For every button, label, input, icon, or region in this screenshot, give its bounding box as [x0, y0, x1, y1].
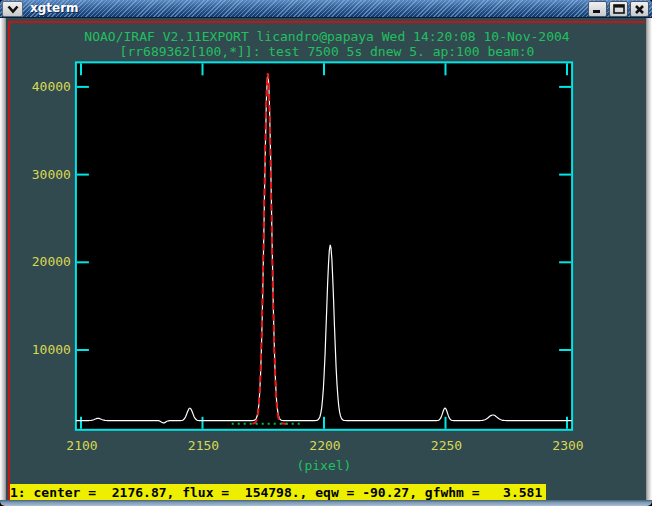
y-tick-label: 20000 [32, 254, 71, 269]
x-tick-label: 2300 [552, 438, 583, 453]
y-tick-label: 40000 [32, 79, 71, 94]
plot-title-line2: [rr689362[100,*]]: test 7500 5s dnew 5. … [120, 44, 535, 59]
x-tick-label: 2250 [431, 438, 462, 453]
window-frame-bottom [0, 500, 652, 506]
x-axis-label: (pixel) [297, 458, 352, 473]
x-tick-label: 2150 [188, 438, 219, 453]
window-frame-left [0, 18, 6, 500]
status-text: 1: center = 2176.87, flux = 154798., eqw… [10, 485, 542, 500]
xgterm-window: xgterm 210021502200225023001000020000300… [0, 0, 652, 506]
iraf-plot: 2100 2150 2200 2250 2300 10000 20000 30000 40000… [0, 0, 652, 506]
y-tick-label: 30000 [32, 167, 71, 182]
window-frame-right [646, 18, 652, 500]
x-tick-label: 2100 [66, 438, 97, 453]
status-bar: 1: center = 2176.87, flux = 154798., eqw… [10, 484, 546, 501]
plot-title-line1: NOAO/IRAF V2.11EXPORT licandro@papaya We… [84, 29, 569, 44]
y-tick-label: 10000 [32, 342, 71, 357]
x-tick-label: 2200 [309, 438, 340, 453]
